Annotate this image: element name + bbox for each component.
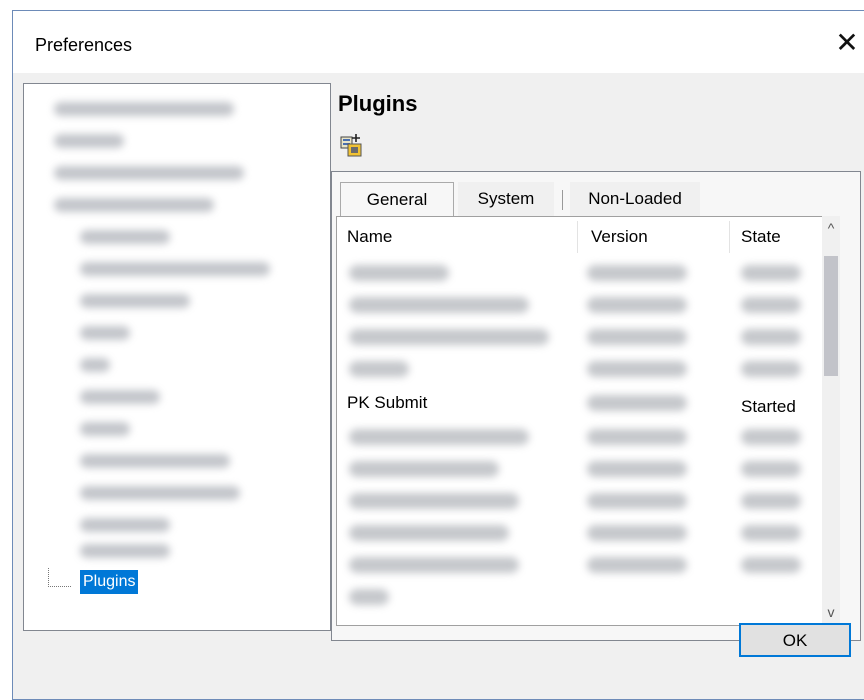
table-cell-redacted bbox=[587, 557, 687, 573]
table-cell-redacted bbox=[587, 525, 687, 541]
table-cell-redacted bbox=[349, 429, 529, 445]
tab-general[interactable]: General bbox=[340, 182, 454, 218]
table-cell-redacted bbox=[587, 461, 687, 477]
tree-item-plugins[interactable]: Plugins bbox=[80, 570, 139, 594]
scroll-thumb[interactable] bbox=[824, 256, 838, 376]
preferences-tree[interactable]: Plugins bbox=[23, 83, 331, 631]
tab-system[interactable]: System bbox=[458, 182, 554, 216]
tab-non-loaded[interactable]: Non-Loaded bbox=[570, 182, 700, 216]
column-header-state[interactable]: State bbox=[741, 225, 781, 249]
table-cell-redacted bbox=[741, 265, 801, 281]
table-cell-redacted bbox=[349, 557, 519, 573]
table-cell-redacted bbox=[587, 493, 687, 509]
table-cell-redacted bbox=[741, 525, 801, 541]
table-cell-redacted bbox=[741, 361, 801, 377]
tree-item-redacted[interactable] bbox=[80, 294, 190, 308]
tree-item-redacted[interactable] bbox=[80, 230, 170, 244]
table-cell-redacted bbox=[741, 429, 801, 445]
table-cell-redacted bbox=[349, 361, 409, 377]
table-cell-redacted bbox=[349, 297, 529, 313]
table-cell-redacted bbox=[741, 493, 801, 509]
vertical-scrollbar[interactable]: ^ v bbox=[822, 216, 840, 626]
tree-item-redacted[interactable] bbox=[54, 166, 244, 180]
tree-item-redacted[interactable] bbox=[80, 544, 170, 558]
table-cell-redacted bbox=[587, 265, 687, 281]
page-title: Plugins bbox=[338, 91, 418, 116]
tree-item-redacted[interactable] bbox=[80, 390, 160, 404]
ok-button[interactable]: OK bbox=[739, 623, 851, 657]
table-cell-redacted bbox=[741, 297, 801, 313]
tree-connector-line bbox=[48, 568, 71, 587]
table-cell-redacted bbox=[349, 265, 449, 281]
table-cell-redacted bbox=[349, 589, 389, 605]
column-divider bbox=[577, 221, 578, 253]
plugins-list[interactable]: Name Version State PK Submit Started bbox=[336, 216, 840, 626]
add-plugin-icon[interactable] bbox=[337, 131, 365, 159]
close-icon[interactable]: ✕ bbox=[831, 27, 863, 59]
scroll-up-icon[interactable]: ^ bbox=[822, 218, 840, 238]
table-cell-redacted bbox=[587, 429, 687, 445]
column-header-version[interactable]: Version bbox=[591, 225, 648, 249]
preferences-dialog: Preferences ✕ Plugins Plugins General Sy… bbox=[12, 10, 864, 700]
table-cell-redacted bbox=[349, 461, 499, 477]
tab-separator bbox=[562, 190, 563, 210]
plugins-tab-panel: General System Non-Loaded Name Version S… bbox=[331, 171, 861, 641]
table-cell-redacted bbox=[587, 361, 687, 377]
column-header-name[interactable]: Name bbox=[347, 225, 392, 249]
table-cell-redacted bbox=[349, 525, 509, 541]
table-cell-redacted bbox=[741, 461, 801, 477]
row-name-pk-submit[interactable]: PK Submit bbox=[347, 393, 427, 413]
window-title: Preferences bbox=[35, 35, 133, 55]
tree-item-redacted[interactable] bbox=[80, 518, 170, 532]
table-cell-redacted bbox=[349, 493, 519, 509]
table-header: Name Version State bbox=[337, 217, 837, 255]
table-cell-redacted bbox=[587, 297, 687, 313]
tree-item-redacted[interactable] bbox=[80, 326, 130, 340]
table-cell-redacted bbox=[587, 395, 687, 411]
tree-item-redacted[interactable] bbox=[80, 358, 110, 372]
table-cell-redacted bbox=[587, 329, 687, 345]
scroll-down-icon[interactable]: v bbox=[822, 602, 840, 622]
column-divider bbox=[729, 221, 730, 253]
table-cell-redacted bbox=[741, 329, 801, 345]
tree-item-redacted[interactable] bbox=[80, 454, 230, 468]
tree-item-redacted[interactable] bbox=[54, 134, 124, 148]
table-cell-redacted bbox=[349, 329, 549, 345]
row-state-started: Started bbox=[741, 397, 796, 416]
tree-item-redacted[interactable] bbox=[54, 102, 234, 116]
tree-item-redacted[interactable] bbox=[80, 486, 240, 500]
title-bar: Preferences ✕ bbox=[13, 11, 864, 73]
tree-item-redacted[interactable] bbox=[54, 198, 214, 212]
tree-item-redacted[interactable] bbox=[80, 262, 270, 276]
table-cell-redacted bbox=[741, 557, 801, 573]
tree-item-redacted[interactable] bbox=[80, 422, 130, 436]
